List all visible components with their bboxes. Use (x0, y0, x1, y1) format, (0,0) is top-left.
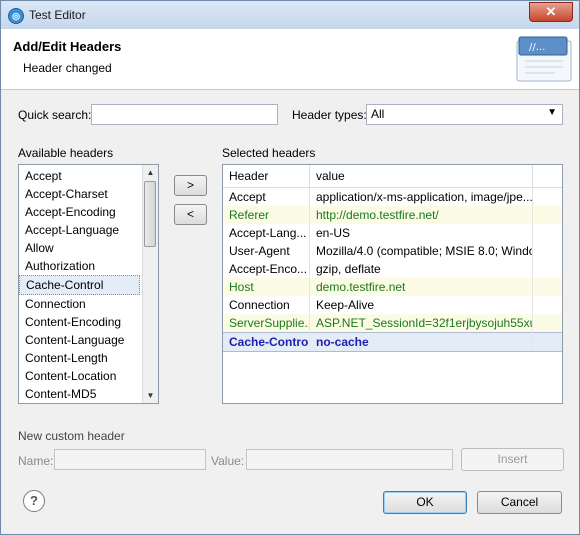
available-header-item[interactable]: Content-Encoding (19, 313, 142, 331)
svg-text://...: //... (529, 42, 545, 53)
custom-name-label: Name: (18, 454, 54, 468)
header-name-cell: Accept (223, 187, 310, 206)
title-bar: ◎ Test Editor ✕ (1, 1, 579, 29)
help-icon[interactable]: ? (23, 490, 45, 512)
scroll-up-icon[interactable]: ▲ (143, 165, 158, 180)
cancel-button[interactable]: Cancel (477, 491, 562, 514)
header-value-cell: http://demo.testfire.net/ (309, 206, 533, 224)
available-header-item[interactable]: Accept-Encoding (19, 203, 142, 221)
selected-header-row[interactable]: Connection Keep-Alive (223, 296, 562, 314)
header-types-value: All (371, 107, 385, 121)
header-value-cell: Mozilla/4.0 (compatible; MSIE 8.0; Windo… (309, 242, 533, 260)
selected-header-row[interactable]: Host demo.testfire.net (223, 278, 562, 296)
insert-button[interactable]: Insert (461, 448, 564, 471)
dialog-title: Add/Edit Headers (13, 39, 122, 54)
header-value-cell: application/x-ms-application, image/jpe.… (309, 187, 533, 206)
custom-name-input[interactable] (54, 449, 206, 470)
available-header-item[interactable]: Content-MD5 (19, 385, 142, 403)
header-name-cell: Accept-Lang... (223, 224, 310, 242)
quick-search-label: Quick search: (18, 108, 92, 122)
dialog-header: Add/Edit Headers Header changed //... (1, 29, 579, 90)
available-headers-list[interactable]: Accept Accept-Charset Accept-Encoding Accep… (18, 164, 159, 404)
custom-value-input[interactable] (246, 449, 453, 470)
available-header-item[interactable]: Content-Location (19, 367, 142, 385)
selected-headers-table[interactable]: Header value Accept application/x-ms-appl… (222, 164, 563, 404)
selected-header-row[interactable]: Cache-Control no-cache (223, 332, 562, 352)
selected-header-row[interactable]: Accept-Enco... gzip, deflate (223, 260, 562, 278)
available-header-item[interactable]: Connection (19, 295, 142, 313)
available-headers-label: Available headers (18, 146, 114, 160)
custom-value-label: Value: (211, 454, 245, 468)
custom-header-group-label: New custom header (18, 429, 125, 443)
dialog-banner-icon: //... (516, 36, 572, 82)
remove-header-button[interactable]: < (174, 204, 207, 225)
add-header-button[interactable]: > (174, 175, 207, 196)
selected-header-row[interactable]: Accept-Lang... en-US (223, 224, 562, 242)
ok-button[interactable]: OK (383, 491, 467, 514)
header-name-cell: ServerSupplie... (223, 314, 310, 333)
header-name-cell: Accept-Enco... (223, 260, 310, 278)
available-header-item[interactable]: Content-Length (19, 349, 142, 367)
header-name-cell: Host (223, 278, 310, 296)
quick-search-input[interactable] (91, 104, 278, 125)
available-header-item[interactable]: Content-Language (19, 331, 142, 349)
header-value-cell: Keep-Alive (309, 296, 533, 314)
header-value-cell: ASP.NET_SessionId=32f1erjbysojuh55xuv... (309, 314, 533, 333)
dialog-message: Header changed (23, 61, 112, 75)
available-header-item[interactable]: Accept-Charset (19, 185, 142, 203)
available-header-item[interactable]: Accept-Language (19, 221, 142, 239)
close-button[interactable]: ✕ (529, 2, 573, 22)
available-header-item[interactable]: Authorization (19, 257, 142, 275)
column-header-name[interactable]: Header (223, 165, 310, 188)
selected-header-row[interactable]: User-Agent Mozilla/4.0 (compatible; MSIE … (223, 242, 562, 260)
header-value-cell: en-US (309, 224, 533, 242)
chevron-down-icon: ▼ (547, 107, 557, 118)
scroll-down-icon[interactable]: ▼ (143, 388, 158, 403)
header-value-cell: demo.testfire.net (309, 278, 533, 296)
header-name-cell: Cache-Control (223, 332, 310, 352)
header-types-label: Header types: (292, 108, 367, 122)
selected-headers-label: Selected headers (222, 146, 316, 160)
test-editor-window: ◎ Test Editor ✕ Add/Edit Headers Header … (0, 0, 580, 535)
window-title: Test Editor (29, 8, 86, 22)
available-header-item[interactable]: Allow (19, 239, 142, 257)
header-value-cell: gzip, deflate (309, 260, 533, 278)
column-header-value[interactable]: value (309, 165, 533, 188)
header-name-cell: Connection (223, 296, 310, 314)
selected-header-row[interactable]: Referer http://demo.testfire.net/ (223, 206, 562, 224)
header-value-cell: no-cache (309, 332, 533, 352)
app-icon: ◎ (8, 8, 24, 24)
selected-header-row[interactable]: ServerSupplie... ASP.NET_SessionId=32f1er… (223, 314, 562, 333)
header-name-cell: User-Agent (223, 242, 310, 260)
available-header-item[interactable]: Accept (19, 167, 142, 185)
available-header-item[interactable]: Cache-Control (19, 275, 140, 295)
selected-header-row[interactable]: Accept application/x-ms-application, imag… (223, 187, 562, 206)
available-scrollbar[interactable]: ▲ ▼ (142, 165, 158, 403)
scroll-thumb[interactable] (144, 181, 156, 247)
header-types-select[interactable]: All ▼ (366, 104, 563, 125)
header-name-cell: Referer (223, 206, 310, 224)
